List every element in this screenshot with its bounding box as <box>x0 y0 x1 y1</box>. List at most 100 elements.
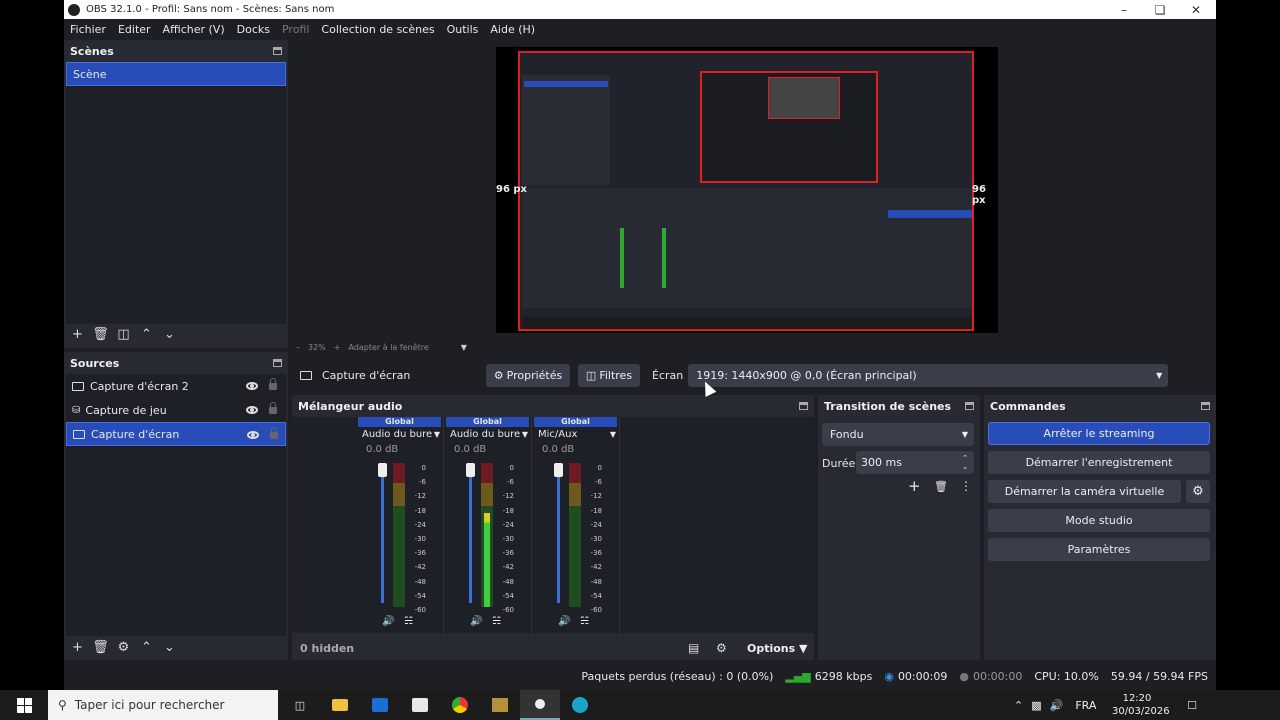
eye-icon[interactable] <box>247 431 259 439</box>
fit-window-label[interactable]: Adapter à la fenêtre <box>348 343 428 352</box>
undock-icon[interactable] <box>965 402 974 410</box>
obs-taskbar-icon[interactable] <box>520 690 560 720</box>
menu-outils[interactable]: Outils <box>441 23 485 36</box>
record-time: 00:00:00 <box>972 669 1023 683</box>
properties-button[interactable]: ⚙ Propriétés <box>486 363 570 387</box>
zoom-in-icon[interactable]: + <box>334 343 341 352</box>
volume-fader[interactable] <box>554 463 563 603</box>
add-icon[interactable]: + <box>66 637 89 657</box>
move-down-icon[interactable]: ⌄ <box>158 324 181 344</box>
outlook-icon[interactable] <box>360 690 400 720</box>
taskbar-search[interactable]: ⚲ Taper ici pour rechercher <box>48 690 278 720</box>
filter-icon[interactable]: ◫ <box>112 324 135 344</box>
network-icon[interactable]: ▩ <box>1031 699 1041 712</box>
trash-icon[interactable]: 🗑 <box>934 480 948 493</box>
undock-icon[interactable] <box>273 359 282 367</box>
add-icon[interactable]: + <box>66 324 89 344</box>
volume-fader[interactable] <box>378 463 387 603</box>
chevron-down-icon[interactable]: ▼ <box>461 343 467 352</box>
eye-icon[interactable] <box>246 406 258 414</box>
channel-name[interactable]: Audio du bureau ▼ <box>444 427 528 443</box>
menu-collection[interactable]: Collection de scènes <box>315 23 440 36</box>
meter-scale: 0 -6 -12 -18 -24 -30 -36 -42 -48 -54 -60 <box>496 461 514 617</box>
edge-icon[interactable] <box>560 690 600 720</box>
settings-button[interactable]: Paramètres <box>988 538 1210 561</box>
selected-source-frame[interactable] <box>518 51 974 331</box>
chevron-down-icon: ▼ <box>431 427 440 443</box>
scene-item[interactable]: Scène <box>66 62 286 86</box>
undock-icon[interactable] <box>799 402 808 410</box>
fader-handle[interactable] <box>554 463 563 477</box>
preview-area[interactable]: 96 px 96 px <box>296 41 1198 339</box>
layout-icon[interactable]: ▤ <box>688 641 699 655</box>
mixer-options-button[interactable]: Options ▼ <box>747 642 808 655</box>
minimize-button[interactable]: – <box>1106 0 1142 19</box>
store-icon[interactable] <box>400 690 440 720</box>
gear-icon[interactable]: ⚙ <box>716 641 727 655</box>
source-item[interactable]: ⛁ Capture de jeu <box>66 398 286 422</box>
menu-afficher[interactable]: Afficher (V) <box>157 23 231 36</box>
dropped-frames: Paquets perdus (réseau) : 0 (0.0%) <box>581 669 774 683</box>
close-button[interactable]: ✕ <box>1178 0 1214 19</box>
headphones-icon[interactable]: ☵ <box>492 616 501 627</box>
start-virtual-camera-button[interactable]: Démarrer la caméra virtuelle <box>988 480 1181 503</box>
notification-icon[interactable]: ☐ <box>1172 690 1212 720</box>
lock-icon[interactable] <box>270 427 278 439</box>
source-item[interactable]: Capture d'écran 2 <box>66 374 286 398</box>
channel-name[interactable]: Audio du bureau ▼ <box>356 427 440 443</box>
screen-select[interactable]: 1919: 1440x900 @ 0,0 (Écran principal) ▼ <box>688 363 1169 387</box>
menu-editer[interactable]: Editer <box>112 23 157 36</box>
volume-fader[interactable] <box>466 463 475 603</box>
volume-icon[interactable]: 🔊 <box>1050 699 1064 712</box>
app-icon[interactable] <box>480 690 520 720</box>
file-explorer-icon[interactable] <box>320 690 360 720</box>
monitor-icon <box>73 429 85 439</box>
clock[interactable]: 12:20 30/03/2026 <box>1112 692 1170 718</box>
duration-spinbox[interactable]: 300 ms ⌃ ⌄ <box>856 451 974 474</box>
trash-icon[interactable]: 🗑 <box>89 637 112 657</box>
menu-docks[interactable]: Docks <box>231 23 276 36</box>
more-icon[interactable]: ⋮ <box>960 479 972 493</box>
task-view-icon[interactable]: ◫ <box>280 690 320 720</box>
undock-icon[interactable] <box>1201 402 1210 410</box>
undock-icon[interactable] <box>273 47 282 55</box>
meter-scale-tick: -24 <box>590 520 602 529</box>
windows-start-icon[interactable] <box>0 690 48 720</box>
fader-handle[interactable] <box>466 463 475 477</box>
stepper-icon[interactable]: ⌃ ⌄ <box>962 454 968 472</box>
channel-name[interactable]: Mic/Aux ▼ <box>532 427 616 443</box>
language-indicator[interactable]: FRA <box>1075 699 1096 712</box>
headphones-icon[interactable]: ☵ <box>404 616 413 627</box>
move-up-icon[interactable]: ⌃ <box>135 637 158 657</box>
menu-fichier[interactable]: Fichier <box>64 23 112 36</box>
fps: 59.94 / 59.94 FPS <box>1110 669 1208 683</box>
scenes-dock: Scènes Scène + 🗑 ◫ ⌃ ⌄ <box>64 40 288 348</box>
meter-scale-tick: -48 <box>414 577 426 586</box>
transition-select[interactable]: Fondu ▼ <box>822 423 974 446</box>
stop-streaming-button[interactable]: Arrêter le streaming <box>988 422 1210 445</box>
zoom-out-icon[interactable]: – <box>296 343 300 352</box>
source-item[interactable]: Capture d'écran <box>66 422 286 446</box>
fader-handle[interactable] <box>378 463 387 477</box>
move-up-icon[interactable]: ⌃ <box>135 324 158 344</box>
volume-icon[interactable]: 🔊 <box>382 616 394 627</box>
headphones-icon[interactable]: ☵ <box>580 616 589 627</box>
add-icon[interactable]: + <box>908 477 921 495</box>
menu-aide[interactable]: Aide (H) <box>484 23 541 36</box>
volume-icon[interactable]: 🔊 <box>470 616 482 627</box>
start-recording-button[interactable]: Démarrer l'enregistrement <box>988 451 1210 474</box>
menu-profil[interactable]: Profil <box>276 23 315 36</box>
chrome-icon[interactable] <box>440 690 480 720</box>
trash-icon[interactable]: 🗑 <box>89 324 112 344</box>
volume-icon[interactable]: 🔊 <box>558 616 570 627</box>
chevron-up-icon[interactable]: ⌃ <box>1014 699 1023 712</box>
gear-icon[interactable]: ⚙ <box>112 637 135 657</box>
lock-icon[interactable] <box>269 402 277 414</box>
move-down-icon[interactable]: ⌄ <box>158 637 181 657</box>
studio-mode-button[interactable]: Mode studio <box>988 509 1210 532</box>
filters-button[interactable]: ◫ Filtres <box>578 363 640 387</box>
lock-icon[interactable] <box>269 378 277 390</box>
virtual-camera-settings-button[interactable]: ⚙ <box>1186 480 1210 503</box>
maximize-button[interactable]: ❏ <box>1142 0 1178 19</box>
eye-icon[interactable] <box>246 382 258 390</box>
